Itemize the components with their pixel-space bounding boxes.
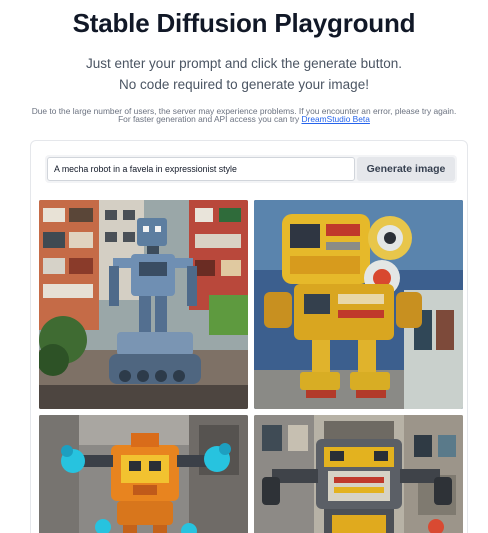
page-title: Stable Diffusion Playground: [72, 8, 416, 38]
robot-image-4: [254, 415, 463, 533]
generated-image-3[interactable]: [39, 415, 248, 533]
generate-image-button[interactable]: Generate image: [357, 157, 455, 181]
robot-image-1: [39, 200, 248, 409]
page-subtitle-line2: No code required to generate your image!: [119, 77, 369, 92]
robot-image-2: [254, 200, 463, 409]
generated-image-4[interactable]: [254, 415, 463, 533]
robot-image-3: [39, 415, 248, 533]
prompt-row: Generate image: [45, 155, 457, 183]
page: Stable Diffusion Playground Just enter y…: [0, 0, 488, 533]
generated-image-1[interactable]: [39, 200, 248, 409]
server-warning: Due to the large number of users, the se…: [31, 106, 457, 116]
playground-panel: Generate image: [30, 140, 468, 533]
generated-image-2[interactable]: [254, 200, 463, 409]
prompt-input[interactable]: [47, 157, 355, 181]
page-subtitle-line1: Just enter your prompt and click the gen…: [86, 56, 402, 71]
